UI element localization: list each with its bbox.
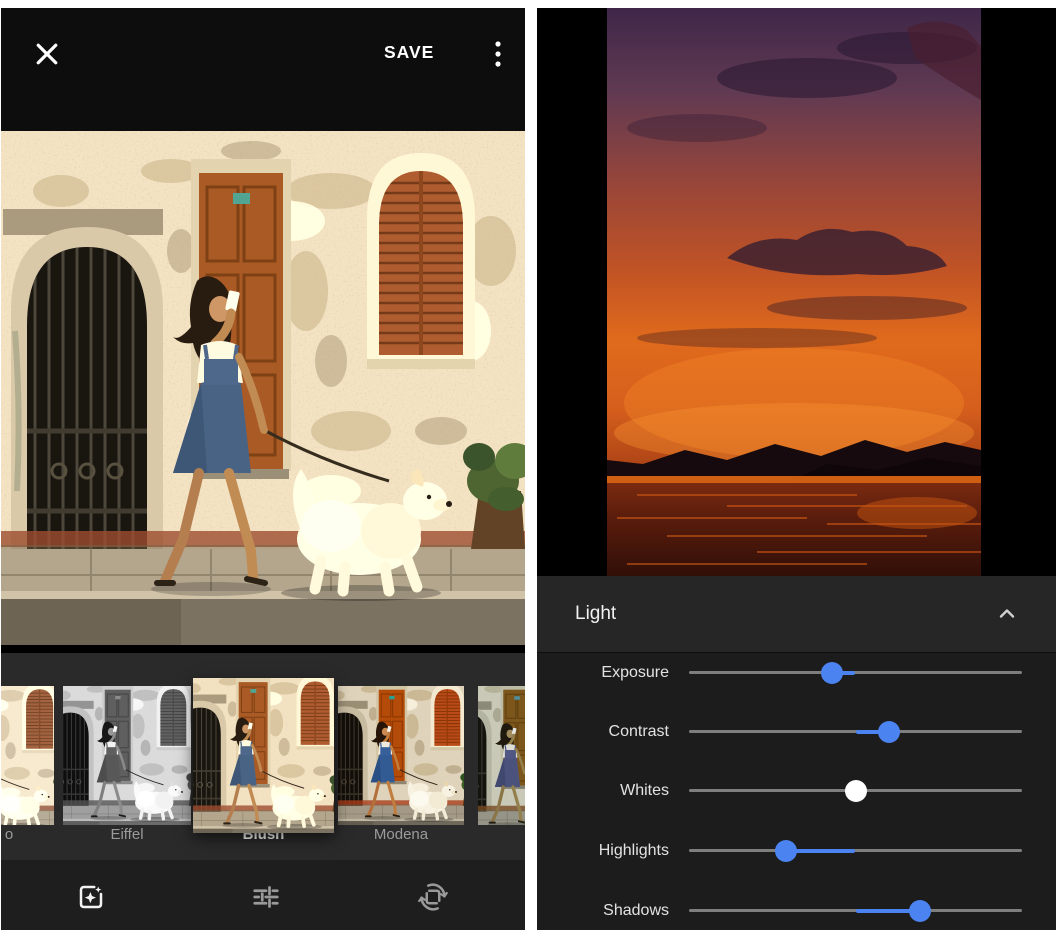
slider-thumb[interactable]: [775, 840, 797, 862]
slider-row-shadows: Shadows: [537, 891, 1056, 930]
slider-label: Highlights: [537, 831, 669, 871]
light-sliders-panel: Exposure Contrast Whites High: [537, 652, 1056, 930]
close-icon[interactable]: [32, 39, 62, 69]
edited-photo-preview: [1, 131, 525, 653]
slider-row-exposure: Exposure: [537, 653, 1056, 693]
shadows-slider[interactable]: [689, 891, 1022, 930]
slider-row-highlights: Highlights: [537, 831, 1056, 871]
tune-adjust-icon[interactable]: [251, 882, 281, 912]
editor-filters-screen: SAVE o Eiffel Blush Modena: [1, 8, 525, 930]
slider-thumb[interactable]: [909, 900, 931, 922]
save-button[interactable]: SAVE: [384, 42, 434, 63]
filter-thumb-eiffel[interactable]: [63, 686, 191, 825]
filter-label: o: [1, 824, 17, 846]
editor-bottom-toolbar: [1, 860, 525, 930]
photo-filter-icon[interactable]: [76, 882, 106, 912]
slider-label: Exposure: [537, 653, 669, 693]
slider-thumb[interactable]: [821, 662, 843, 684]
sunset-photo-preview: [607, 8, 981, 576]
editor-adjust-screen: Light Exposure Contrast Whites: [537, 8, 1056, 930]
slider-thumb[interactable]: [878, 721, 900, 743]
slider-row-whites: Whites: [537, 771, 1056, 811]
slider-track: [689, 849, 1022, 852]
street-scene-photo: [1, 131, 525, 645]
filter-label: Modena: [338, 824, 464, 846]
editor-topbar: SAVE: [1, 8, 525, 131]
light-section-title: Light: [575, 576, 616, 652]
slider-row-contrast: Contrast: [537, 712, 1056, 752]
crop-rotate-icon[interactable]: [418, 882, 448, 912]
slider-label: Whites: [537, 771, 669, 811]
highlights-slider[interactable]: [689, 831, 1022, 871]
slider-track: [689, 671, 1022, 674]
exposure-slider[interactable]: [689, 653, 1022, 693]
filter-thumb-partial-left[interactable]: [1, 686, 54, 825]
slider-label: Contrast: [537, 712, 669, 752]
slider-thumb[interactable]: [845, 780, 867, 802]
sunset-photo: [607, 8, 981, 576]
light-section-header[interactable]: Light: [537, 576, 1056, 652]
contrast-slider[interactable]: [689, 712, 1022, 752]
filter-thumb-modena[interactable]: [338, 686, 464, 825]
whites-slider[interactable]: [689, 771, 1022, 811]
slider-label: Shadows: [537, 891, 669, 930]
chevron-up-icon[interactable]: [995, 602, 1019, 626]
more-options-icon[interactable]: [490, 39, 506, 69]
filter-carousel[interactable]: o Eiffel Blush Modena: [1, 653, 525, 860]
filter-label: Eiffel: [63, 824, 191, 846]
filter-thumb-partial-right[interactable]: [478, 686, 525, 825]
filter-thumb-blush-selected[interactable]: [193, 678, 334, 833]
